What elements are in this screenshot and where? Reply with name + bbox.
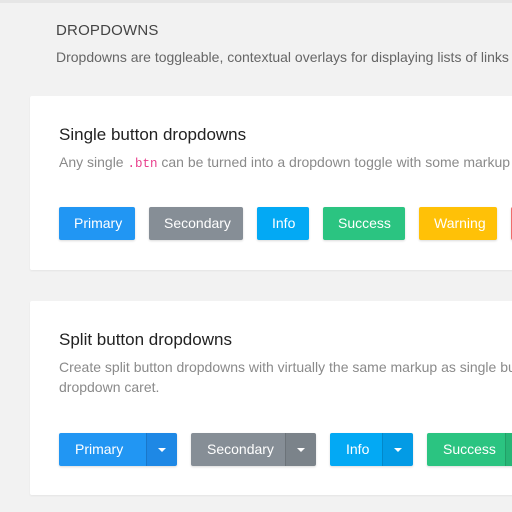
caret-down-icon xyxy=(297,447,305,452)
card-title: Single button dropdowns xyxy=(59,125,247,144)
info-dropdown-button[interactable]: Info xyxy=(257,207,309,240)
secondary-dropdown-button[interactable]: Secondary xyxy=(149,207,243,240)
single-button-row: Primary Secondary Info Success Warning xyxy=(59,207,512,240)
description-line: dropdown caret. xyxy=(59,379,160,395)
success-caret-button[interactable] xyxy=(505,433,512,466)
description-line: Create split button dropdowns with virtu… xyxy=(59,359,512,375)
description-text: Any single xyxy=(59,154,128,170)
card-description: Any single .btn can be turned into a dro… xyxy=(59,152,512,174)
info-caret-button[interactable] xyxy=(382,433,413,466)
primary-split-button: Primary xyxy=(59,433,177,466)
info-split-button: Info xyxy=(330,433,413,466)
success-dropdown-button[interactable]: Success xyxy=(323,207,405,240)
card-title: Split button dropdowns xyxy=(59,330,232,349)
split-button-row: Primary Secondary Info Success xyxy=(59,433,512,466)
page-description: Dropdowns are toggleable, contextual ove… xyxy=(56,49,512,65)
single-button-dropdowns-card: Single button dropdowns Any single .btn … xyxy=(30,96,512,270)
success-action-button[interactable]: Success xyxy=(427,433,505,466)
secondary-action-button[interactable]: Secondary xyxy=(191,433,285,466)
warning-dropdown-button[interactable]: Warning xyxy=(419,207,497,240)
caret-down-icon xyxy=(158,447,166,452)
section-header: DROPDOWNS Dropdowns are toggleable, cont… xyxy=(56,22,512,65)
secondary-caret-button[interactable] xyxy=(285,433,316,466)
primary-action-button[interactable]: Primary xyxy=(59,433,146,466)
success-split-button: Success xyxy=(427,433,512,466)
split-button-dropdowns-card: Split button dropdowns Create split butt… xyxy=(30,301,512,495)
primary-dropdown-button[interactable]: Primary xyxy=(59,207,135,240)
primary-caret-button[interactable] xyxy=(146,433,177,466)
card-description: Create split button dropdowns with virtu… xyxy=(59,357,512,397)
description-text: can be turned into a dropdown toggle wit… xyxy=(157,154,512,170)
top-divider xyxy=(0,0,512,3)
secondary-split-button: Secondary xyxy=(191,433,316,466)
page-title: DROPDOWNS xyxy=(56,22,159,39)
btn-code-snippet: .btn xyxy=(127,157,158,171)
caret-down-icon xyxy=(394,447,402,452)
info-action-button[interactable]: Info xyxy=(330,433,382,466)
